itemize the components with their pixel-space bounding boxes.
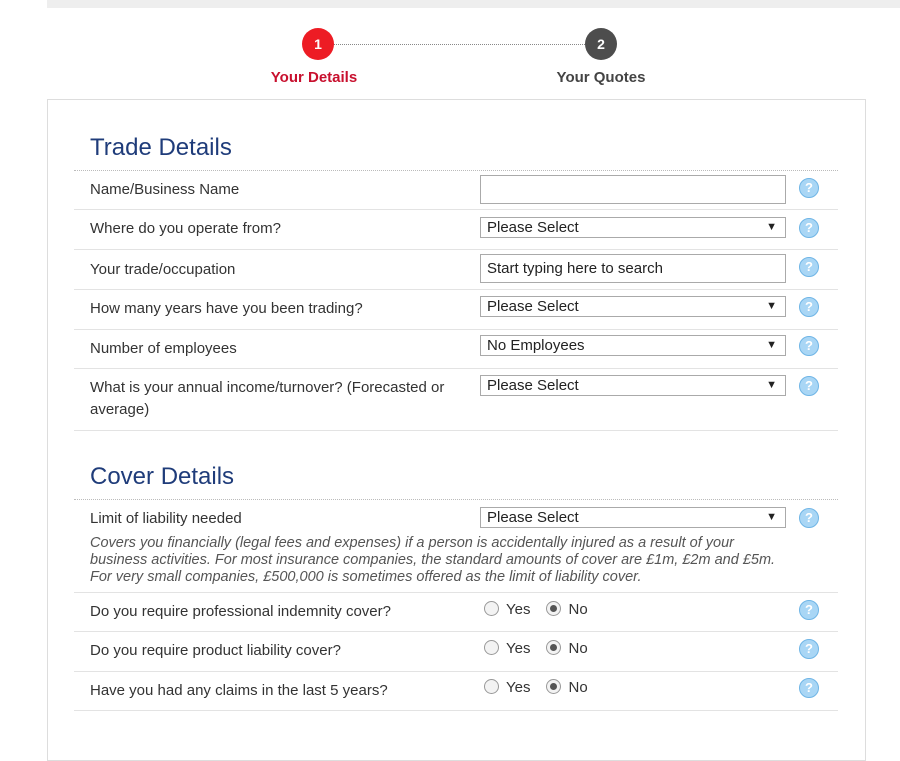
liability-description: Covers you financially (legal fees and e… bbox=[90, 535, 776, 585]
claims-no-radio[interactable] bbox=[546, 679, 562, 694]
liability-select[interactable]: Please Select ▼ bbox=[480, 507, 786, 528]
no-label: No bbox=[568, 679, 588, 696]
claims-yes-radio[interactable] bbox=[484, 679, 499, 694]
help-icon[interactable]: ? bbox=[799, 600, 819, 620]
product-liability-yes-radio[interactable] bbox=[484, 640, 499, 655]
years-select-value: Please Select bbox=[487, 298, 579, 315]
indemnity-radio-group: Yes No bbox=[484, 601, 588, 618]
help-icon[interactable]: ? bbox=[799, 218, 819, 238]
years-row: How many years have you been trading? Pl… bbox=[74, 290, 838, 330]
chevron-down-icon: ▼ bbox=[766, 511, 777, 523]
stepper-connector bbox=[318, 44, 601, 45]
operate-label: Where do you operate from? bbox=[90, 220, 281, 237]
help-icon[interactable]: ? bbox=[799, 178, 819, 198]
indemnity-yes-radio[interactable] bbox=[484, 601, 499, 616]
years-label: How many years have you been trading? bbox=[90, 300, 363, 317]
claims-row: Have you had any claims in the last 5 ye… bbox=[74, 672, 838, 711]
chevron-down-icon: ▼ bbox=[766, 339, 777, 351]
chevron-down-icon: ▼ bbox=[766, 221, 777, 233]
product-liability-radio-group: Yes No bbox=[484, 640, 588, 657]
yes-label: Yes bbox=[506, 640, 531, 657]
cover-details-title: Cover Details bbox=[90, 463, 235, 490]
turnover-select-value: Please Select bbox=[487, 377, 579, 394]
operate-row: Where do you operate from? Please Select… bbox=[74, 210, 838, 250]
claims-radio-group: Yes No bbox=[484, 679, 588, 696]
yes-label: Yes bbox=[506, 601, 531, 618]
trade-label: Your trade/occupation bbox=[90, 261, 236, 278]
turnover-label: What is your annual income/turnover? (Fo… bbox=[90, 379, 445, 418]
employees-select-value: No Employees bbox=[487, 337, 585, 354]
help-icon[interactable]: ? bbox=[799, 336, 819, 356]
yes-label: Yes bbox=[506, 679, 531, 696]
step-2-label: Your Quotes bbox=[556, 69, 646, 86]
step-2-circle: 2 bbox=[585, 28, 617, 60]
operate-select[interactable]: Please Select ▼ bbox=[480, 217, 786, 238]
turnover-select[interactable]: Please Select ▼ bbox=[480, 375, 786, 396]
product-liability-no-radio[interactable] bbox=[546, 640, 562, 655]
help-icon[interactable]: ? bbox=[799, 257, 819, 277]
claims-label: Have you had any claims in the last 5 ye… bbox=[90, 682, 388, 699]
chevron-down-icon: ▼ bbox=[766, 379, 777, 391]
form-card: Trade Details Name/Business Name ? Where… bbox=[47, 99, 866, 761]
employees-row: Number of employees No Employees ▼ ? bbox=[74, 330, 838, 369]
turnover-row: What is your annual income/turnover? (Fo… bbox=[74, 369, 838, 431]
name-row: Name/Business Name ? bbox=[74, 170, 838, 210]
no-label: No bbox=[568, 601, 588, 618]
indemnity-label: Do you require professional indemnity co… bbox=[90, 603, 391, 620]
help-icon[interactable]: ? bbox=[799, 639, 819, 659]
employees-label: Number of employees bbox=[90, 340, 237, 357]
liability-select-value: Please Select bbox=[487, 509, 579, 526]
progress-stepper: 1 2 Your Details Your Quotes bbox=[0, 0, 900, 100]
operate-select-value: Please Select bbox=[487, 219, 579, 236]
indemnity-no-radio[interactable] bbox=[546, 601, 562, 616]
chevron-down-icon: ▼ bbox=[766, 300, 777, 312]
product-liability-row: Do you require product liability cover? … bbox=[74, 632, 838, 672]
product-liability-label: Do you require product liability cover? bbox=[90, 642, 341, 659]
trade-search-input[interactable]: Start typing here to search bbox=[480, 254, 786, 283]
employees-select[interactable]: No Employees ▼ bbox=[480, 335, 786, 356]
name-input[interactable] bbox=[480, 175, 786, 204]
help-icon[interactable]: ? bbox=[799, 678, 819, 698]
help-icon[interactable]: ? bbox=[799, 376, 819, 396]
step-1-circle: 1 bbox=[302, 28, 334, 60]
name-label: Name/Business Name bbox=[90, 181, 240, 198]
trade-row: Your trade/occupation Start typing here … bbox=[74, 250, 838, 290]
help-icon[interactable]: ? bbox=[799, 297, 819, 317]
step-1-label: Your Details bbox=[270, 69, 358, 86]
liability-row: Limit of liability needed Please Select … bbox=[74, 499, 838, 593]
indemnity-row: Do you require professional indemnity co… bbox=[74, 593, 838, 632]
no-label: No bbox=[568, 640, 588, 657]
trade-details-title: Trade Details bbox=[90, 134, 232, 161]
liability-label: Limit of liability needed bbox=[90, 510, 242, 527]
help-icon[interactable]: ? bbox=[799, 508, 819, 528]
years-select[interactable]: Please Select ▼ bbox=[480, 296, 786, 317]
